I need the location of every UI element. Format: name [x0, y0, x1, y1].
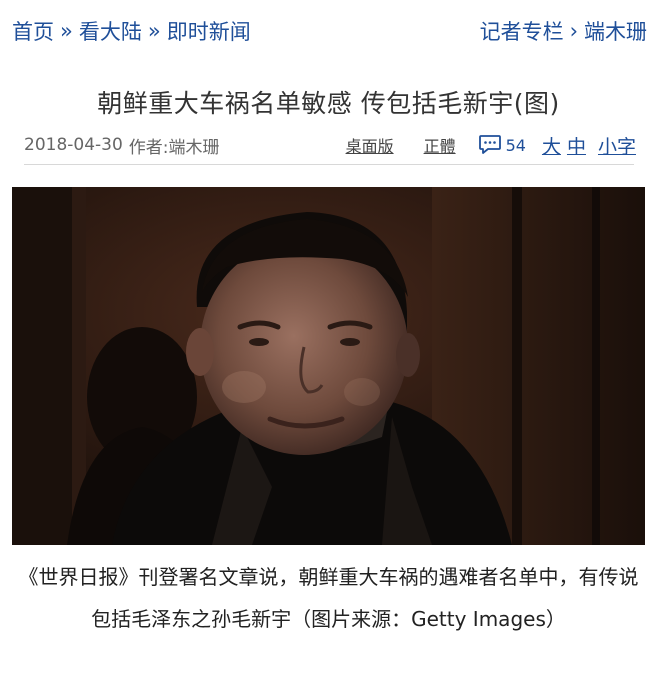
breadcrumb: 首页 » 看大陆 » 即时新闻	[12, 16, 251, 46]
top-navigation: 首页 » 看大陆 » 即时新闻 记者专栏 › 端木珊	[0, 0, 657, 62]
breadcrumb-mainland-link[interactable]: 看大陆	[79, 16, 142, 46]
font-size-large-button[interactable]: 大	[542, 132, 561, 159]
article-meta: 2018-04-30 作者:端木珊 桌面版 正體 54 大 中 小字	[24, 130, 636, 160]
breadcrumb-instant-news-link[interactable]: 即时新闻	[167, 16, 251, 46]
header-divider	[24, 164, 634, 165]
photo-caption: 《世界日报》刊登署名文章说，朝鲜重大车祸的遇难者名单中，有传说包括毛泽东之孙毛新…	[18, 565, 639, 631]
breadcrumb-home-link[interactable]: 首页	[12, 16, 54, 46]
comment-count[interactable]: 54	[506, 136, 526, 155]
reporter-column-link[interactable]: 记者专栏	[480, 16, 564, 46]
article-author: 作者:端木珊	[128, 137, 220, 158]
article-date: 2018-04-30	[24, 135, 123, 155]
column-author-link[interactable]: 端木珊	[584, 16, 647, 46]
article-title: 朝鲜重大车祸名单敏感 传包括毛新宇(图)	[97, 89, 560, 118]
breadcrumb-separator: »	[60, 19, 73, 43]
article-photo	[12, 187, 645, 545]
column-separator: ›	[569, 19, 578, 43]
traditional-chinese-link[interactable]: 正體	[424, 133, 456, 157]
reporter-column: 记者专栏 › 端木珊	[480, 16, 647, 46]
font-size-medium-button[interactable]: 中	[567, 132, 586, 159]
desktop-version-link[interactable]: 桌面版	[346, 133, 394, 157]
font-size-small-button[interactable]: 小字	[598, 132, 636, 159]
comment-icon[interactable]	[478, 134, 502, 156]
breadcrumb-separator: »	[147, 19, 161, 43]
